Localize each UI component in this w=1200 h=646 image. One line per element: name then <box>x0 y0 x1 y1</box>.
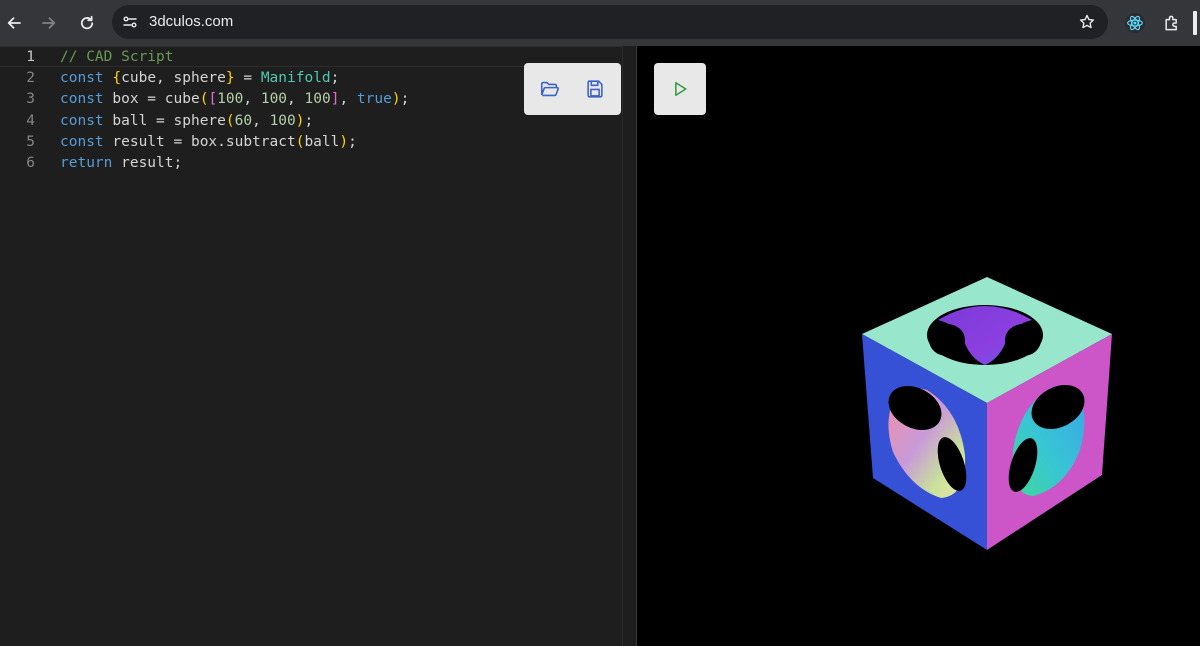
code-token: 100 <box>260 91 288 108</box>
line-number: 6 <box>26 154 35 171</box>
code-token: return <box>60 154 122 171</box>
code-token: const <box>60 133 113 150</box>
play-icon <box>675 82 687 96</box>
folder-open-icon <box>540 81 560 97</box>
code-token: // CAD Script <box>60 49 174 65</box>
browser-toolbar: 3dculos.com <box>0 0 1200 46</box>
code-token: 100 <box>304 91 331 108</box>
code-token: 100 <box>217 91 244 108</box>
code-token: ball = sphere <box>112 112 226 129</box>
code-token: ) <box>391 91 401 108</box>
code-token: true <box>356 91 392 108</box>
code-token: ; <box>304 112 314 129</box>
code-token: result; <box>121 154 183 171</box>
code-text[interactable]: const result = box.subtract(ball); <box>60 132 357 153</box>
react-devtools-icon[interactable] <box>1121 9 1149 37</box>
bookmark-star-icon[interactable] <box>1076 11 1098 33</box>
code-text[interactable]: const {cube, sphere} = Manifold; <box>60 68 339 89</box>
open-file-button[interactable] <box>537 76 563 102</box>
code-token: result = box.subtract <box>112 133 296 150</box>
code-token: , <box>252 112 270 129</box>
code-token: , <box>339 91 357 108</box>
reload-icon[interactable] <box>73 9 101 37</box>
code-token: ; <box>400 91 410 108</box>
code-token: = <box>234 70 261 87</box>
code-token: ) <box>295 112 305 129</box>
line-number: 4 <box>26 112 35 129</box>
code-token: ball <box>304 133 340 150</box>
code-token: , <box>287 91 305 108</box>
file-toolbar <box>524 63 621 115</box>
code-token: box = cube <box>112 91 200 108</box>
line-number: 2 <box>26 70 35 87</box>
url-text: 3dculos.com <box>149 13 234 30</box>
save-file-button[interactable] <box>582 76 608 102</box>
code-text[interactable]: // CAD Script <box>60 47 174 68</box>
profile-edge <box>1193 11 1197 35</box>
line-number: 3 <box>26 91 35 108</box>
code-token: const <box>60 70 113 87</box>
code-token: ) <box>339 133 349 150</box>
address-bar[interactable]: 3dculos.com <box>112 5 1108 39</box>
cube-with-spherical-holes[interactable] <box>855 270 1115 555</box>
code-token: ; <box>330 70 340 87</box>
code-token: const <box>60 112 113 129</box>
line-number: 1 <box>26 49 35 65</box>
code-token: , <box>243 91 261 108</box>
code-token: ; <box>348 133 357 150</box>
code-token: Manifold <box>260 70 331 87</box>
save-icon <box>587 80 603 98</box>
line-number: 5 <box>26 133 35 150</box>
code-token: 60 <box>234 112 253 129</box>
run-button[interactable] <box>654 63 706 115</box>
code-token: cube, sphere <box>121 70 226 87</box>
code-token: } <box>225 70 235 87</box>
code-text[interactable]: const ball = sphere(60, 100); <box>60 111 313 132</box>
code-text[interactable]: return result; <box>60 153 182 174</box>
code-token: const <box>60 91 113 108</box>
code-token: [ <box>208 91 218 108</box>
code-token: ( <box>225 112 235 129</box>
forward-icon[interactable] <box>35 9 63 37</box>
back-icon[interactable] <box>0 9 28 37</box>
code-editor[interactable]: 1 // CAD Script 2 const {cube, sphere} = Ma… <box>0 46 637 646</box>
code-token: 100 <box>269 112 296 129</box>
code-token: { <box>112 70 122 87</box>
code-text[interactable]: const box = cube([100, 100, 100], true); <box>60 89 409 110</box>
editor-scrollbar[interactable] <box>622 46 623 646</box>
extensions-icon[interactable] <box>1158 9 1186 37</box>
site-settings-icon[interactable] <box>118 10 142 34</box>
